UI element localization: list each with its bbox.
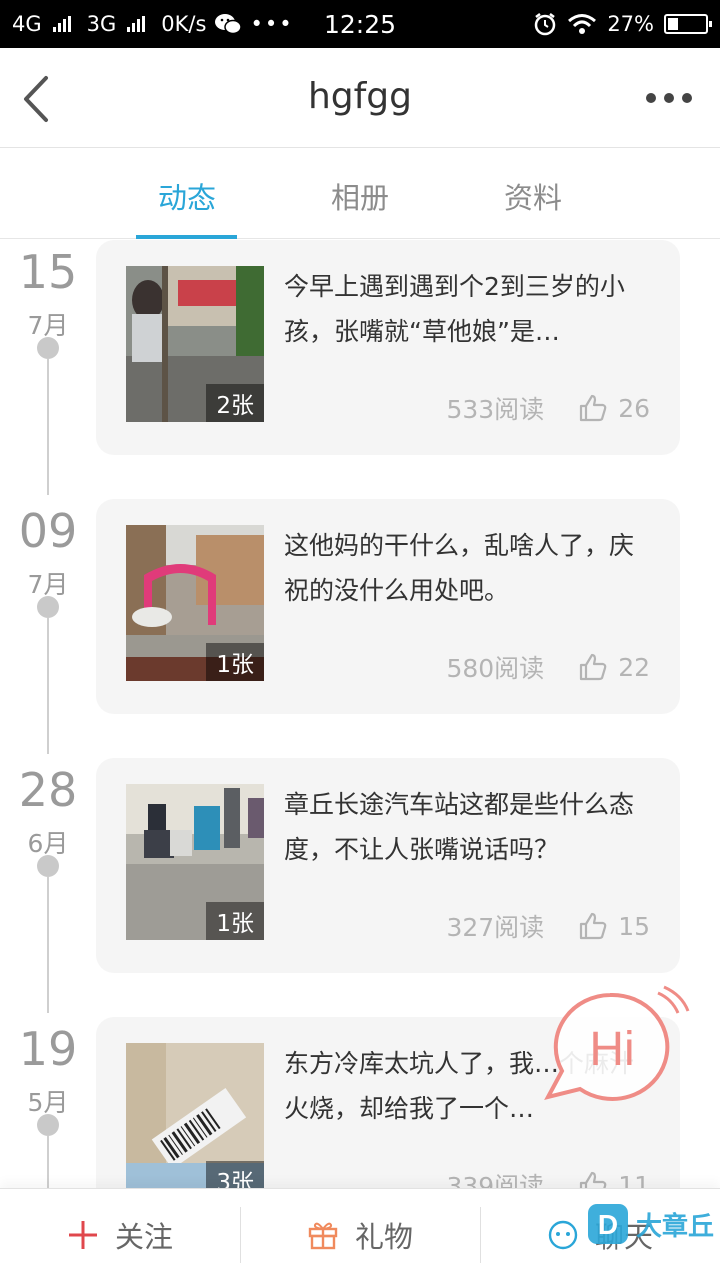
post-day: 15: [18, 245, 78, 299]
post-stats: 533阅读 26: [446, 390, 650, 426]
wifi-icon: [568, 14, 597, 34]
post-text: 今早上遇到遇到个2到三岁的小孩，张嘴就“草他娘”是…: [284, 272, 625, 346]
timeline-line: [47, 618, 49, 754]
timeline-line: [47, 1136, 49, 1190]
hi-label: Hi: [589, 1023, 634, 1076]
post-stats: 327阅读 15: [446, 908, 650, 944]
post-stats: 580阅读 22: [446, 649, 650, 685]
thumbs-up-icon[interactable]: [578, 652, 608, 682]
watermark-text: 大章丘: [635, 1211, 714, 1242]
page-title: hgfgg: [307, 76, 413, 117]
post-thumbnail[interactable]: 3张: [126, 1043, 264, 1190]
like-count: 22: [618, 652, 650, 682]
post-text: 这他妈的干什么，乱啥人了，庆祝的没什么用处吧。: [284, 531, 635, 605]
battery-icon: [664, 14, 712, 34]
more-options-icon[interactable]: [646, 88, 694, 108]
post-card[interactable]: 1张 这他妈的干什么，乱啥人了，庆祝的没什么用处吧。 580阅读 22: [96, 499, 680, 714]
post-thumbnail[interactable]: 1张: [126, 525, 264, 681]
timeline-dot: [37, 855, 59, 877]
wechat-icon: [215, 14, 243, 35]
follow-button[interactable]: 关注: [0, 1189, 240, 1280]
thumbs-up-icon[interactable]: [578, 393, 608, 423]
read-count: 327阅读: [446, 913, 545, 942]
post-card[interactable]: 1张 章丘长途汽车站这都是些什么态度，不让人张嘴说话吗？ 327阅读 15: [96, 758, 680, 973]
thumbs-up-icon[interactable]: [578, 911, 608, 941]
battery-percent: 27%: [607, 12, 654, 36]
read-count: 580阅读: [446, 654, 545, 683]
photo-count: 1张: [206, 902, 264, 940]
tab-feed[interactable]: 动态: [127, 175, 247, 217]
read-count: 533阅读: [446, 395, 545, 424]
tab-profile[interactable]: 资料: [473, 175, 593, 217]
top-navigation-bar: hgfgg: [0, 48, 720, 148]
gift-button[interactable]: 礼物: [240, 1189, 480, 1280]
timeline-line: [47, 359, 49, 495]
network-4g-label: 4G: [12, 12, 42, 36]
alarm-icon: [535, 13, 556, 36]
photo-count: 2张: [206, 384, 264, 422]
app-logo-icon: D: [587, 1204, 628, 1244]
like-count: 15: [618, 911, 650, 941]
hi-greeting-button[interactable]: Hi: [540, 985, 690, 1115]
signal-icon: [52, 16, 71, 32]
read-count: 339阅读: [446, 1172, 545, 1190]
tab-bar: 动态 相册 资料: [0, 149, 720, 239]
chat-icon: [548, 1220, 578, 1250]
active-tab-indicator: [136, 235, 237, 239]
tab-album[interactable]: 相册: [300, 175, 420, 217]
post-day: 28: [18, 763, 78, 817]
timeline-dot: [37, 596, 59, 618]
post-card[interactable]: 2张 今早上遇到遇到个2到三岁的小孩，张嘴就“草他娘”是… 533阅读 26: [96, 240, 680, 455]
hi-bubble-icon: Hi: [544, 985, 690, 1101]
timeline-item: 09 7月 1张 这他妈的干什么，乱啥人了，庆祝的没什么用处吧。 580阅读 2…: [0, 499, 720, 758]
post-day: 19: [18, 1022, 78, 1076]
like-count: 26: [618, 393, 650, 423]
signal-icon: [127, 16, 146, 32]
speed-label: 0K/s: [161, 12, 207, 36]
timeline-item: 28 6月 1张 章丘长途汽车站这都是些什么态度，不让人张嘴说话吗？ 327阅读…: [0, 758, 720, 1017]
timeline-item: 15 7月 2张 今早上遇到遇到个2到三岁的小孩，张嘴就“草他娘”是… 533阅…: [0, 240, 720, 499]
plus-icon: [68, 1221, 97, 1249]
more-notifications-icon: •••: [250, 12, 294, 36]
status-bar: 4G 3G 0K/s ••• 12:25 27%: [0, 0, 720, 48]
timeline-dot: [37, 1114, 59, 1136]
thumbs-up-icon[interactable]: [578, 1170, 608, 1190]
post-day: 09: [18, 504, 78, 558]
post-stats: 339阅读 11: [446, 1167, 650, 1190]
watermark-logo: D 大章丘: [586, 1202, 714, 1246]
timeline-dot: [37, 337, 59, 359]
network-3g-label: 3G: [86, 12, 117, 36]
status-right: 27%: [533, 12, 712, 36]
status-left: 4G 3G 0K/s •••: [12, 12, 294, 36]
svg-text:D: D: [598, 1209, 618, 1240]
follow-label: 关注: [114, 1220, 173, 1254]
timeline-line: [47, 877, 49, 1013]
post-thumbnail[interactable]: 1张: [126, 784, 264, 940]
post-text: 章丘长途汽车站这都是些什么态度，不让人张嘴说话吗？: [284, 790, 635, 864]
photo-count: 3张: [206, 1161, 264, 1190]
gift-label: 礼物: [354, 1220, 413, 1254]
post-thumbnail[interactable]: 2张: [126, 266, 264, 422]
photo-count: 1张: [206, 643, 264, 681]
gift-icon: [308, 1222, 338, 1250]
